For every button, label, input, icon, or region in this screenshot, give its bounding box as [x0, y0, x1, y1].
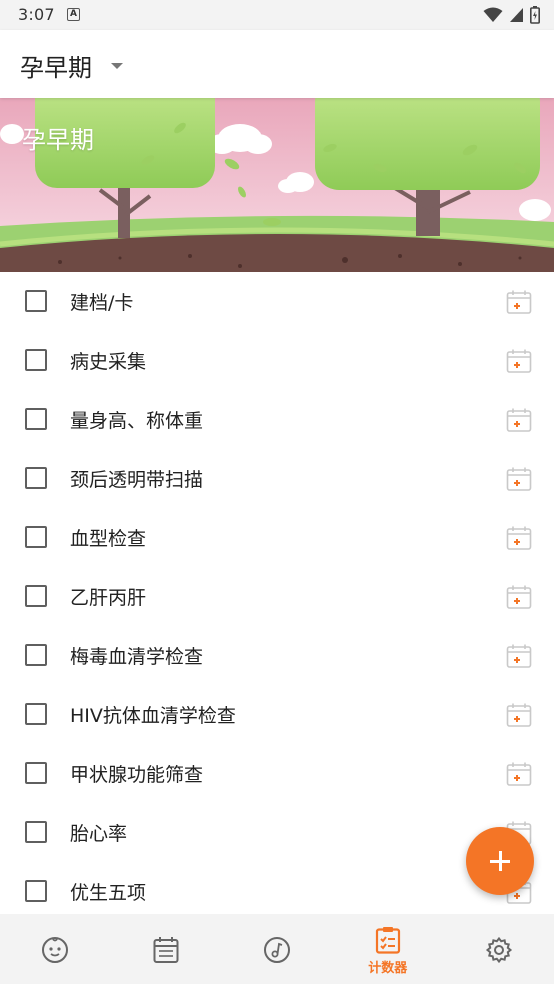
status-time: 3:07 — [18, 5, 55, 24]
calendar-add-icon[interactable] — [506, 525, 532, 551]
item-label: 血型检查 — [70, 528, 147, 550]
nav-settings[interactable] — [443, 914, 554, 984]
item-label: 乙肝丙肝 — [70, 587, 147, 609]
checkbox[interactable] — [25, 880, 47, 902]
item-label: 甲状腺功能筛查 — [70, 764, 204, 786]
checklist-icon — [375, 927, 400, 954]
calendar-add-icon[interactable] — [506, 584, 532, 610]
gear-icon — [485, 936, 512, 964]
checkbox[interactable] — [25, 467, 47, 489]
status-bar: 3:07 A — [0, 0, 554, 30]
list-item[interactable]: 颈后透明带扫描 — [0, 449, 554, 508]
app-bar: 孕早期 — [0, 30, 554, 98]
checkbox[interactable] — [25, 585, 47, 607]
item-label: HIV抗体血清学检查 — [70, 705, 236, 727]
item-label: 胎心率 — [70, 823, 128, 845]
list-item[interactable]: 梅毒血清学检查 — [0, 626, 554, 685]
system-icons — [483, 6, 540, 24]
list-item[interactable]: HIV抗体血清学检查 — [0, 685, 554, 744]
checkbox[interactable] — [25, 821, 47, 843]
calendar-add-icon[interactable] — [506, 466, 532, 492]
calendar-add-icon[interactable] — [506, 702, 532, 728]
item-label: 优生五项 — [70, 882, 147, 904]
nav-counter[interactable]: 计数器 — [332, 914, 443, 984]
item-label: 建档/卡 — [70, 292, 134, 314]
period-selector[interactable]: 孕早期 — [20, 48, 92, 83]
item-label: 颈后透明带扫描 — [70, 469, 204, 491]
list-item[interactable]: 建档/卡 — [0, 272, 554, 331]
list-item[interactable]: 量身高、称体重 — [0, 390, 554, 449]
battery-icon — [530, 6, 540, 24]
music-note-icon — [263, 937, 290, 963]
list-item[interactable]: 病史采集 — [0, 331, 554, 390]
nav-baby[interactable] — [0, 914, 111, 984]
notification-icon: A — [67, 8, 80, 21]
checkbox[interactable] — [25, 644, 47, 666]
checkbox[interactable] — [25, 408, 47, 430]
checkbox[interactable] — [25, 290, 47, 312]
list-item[interactable]: 血型检查 — [0, 508, 554, 567]
baby-face-icon — [42, 937, 69, 963]
nav-calendar[interactable] — [111, 914, 222, 984]
checkbox[interactable] — [25, 349, 47, 371]
calendar-icon — [153, 937, 179, 963]
item-label: 量身高、称体重 — [70, 410, 204, 432]
item-label: 病史采集 — [70, 351, 147, 373]
add-item-button[interactable] — [466, 827, 534, 895]
bottom-nav: 计数器 — [0, 914, 554, 984]
checkup-list: 建档/卡 病史采集 量身高、称体重 颈后透明带扫描 血型检查 乙肝丙肝 梅毒血清… — [0, 272, 554, 921]
calendar-add-icon[interactable] — [506, 407, 532, 433]
checkbox[interactable] — [25, 703, 47, 725]
calendar-add-icon[interactable] — [506, 348, 532, 374]
checkbox[interactable] — [25, 762, 47, 784]
nav-counter-label: 计数器 — [368, 961, 408, 976]
list-item[interactable]: 甲状腺功能筛查 — [0, 744, 554, 803]
checkbox[interactable] — [25, 526, 47, 548]
item-label: 梅毒血清学检查 — [70, 646, 204, 668]
cell-signal-icon — [510, 8, 523, 22]
wifi-icon — [483, 7, 503, 22]
banner-title: 孕早期 — [22, 126, 94, 154]
calendar-add-icon[interactable] — [506, 761, 532, 787]
app-screen: 3:07 A 孕早期 孕早期 建档/卡 病史采集 量身高、称体重 颈后透明带扫描… — [0, 0, 554, 984]
banner-illustration: 孕早期 — [0, 98, 554, 272]
dropdown-caret-icon[interactable] — [111, 63, 123, 69]
calendar-add-icon[interactable] — [506, 289, 532, 315]
list-item[interactable]: 乙肝丙肝 — [0, 567, 554, 626]
nav-music[interactable] — [222, 914, 333, 984]
calendar-add-icon[interactable] — [506, 643, 532, 669]
